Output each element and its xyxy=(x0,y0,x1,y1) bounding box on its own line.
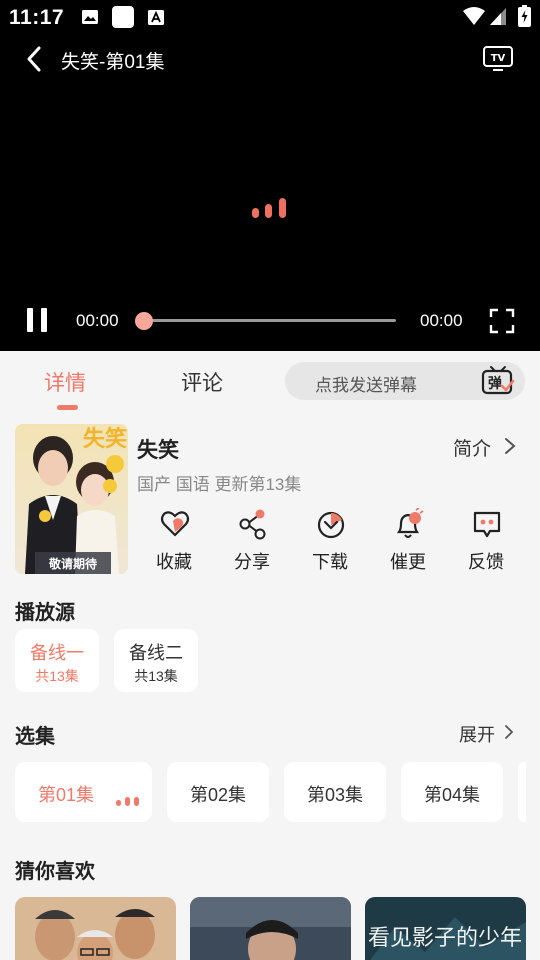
sources-title: 播放源 xyxy=(15,602,75,624)
video-player[interactable]: 11:17 失笑-第01集 TV 00:00 00:00 xyxy=(0,0,540,351)
chevron-right-icon[interactable] xyxy=(503,436,517,456)
source-name: 备线二 xyxy=(129,643,183,663)
episodes-title: 选集 xyxy=(15,726,55,748)
danmaku-icon-text: 弹 xyxy=(488,375,502,392)
detail-tabs: 详情 评论 点我发送弹幕 弹 xyxy=(0,351,540,417)
loading-indicator xyxy=(252,194,292,218)
download-label: 下载 xyxy=(312,552,348,572)
source-count: 共13集 xyxy=(35,668,79,684)
tv-cast-icon[interactable]: TV xyxy=(482,44,514,72)
download-button[interactable]: 下载 xyxy=(300,508,360,574)
chevron-right-icon[interactable] xyxy=(503,723,515,741)
feedback-icon xyxy=(473,511,501,538)
episode-label: 第03集 xyxy=(306,785,364,805)
poster-caption: 敬请期待 xyxy=(48,556,97,571)
player-controls: 00:00 00:00 xyxy=(0,300,540,340)
episode-label: 第04集 xyxy=(423,785,481,805)
poster-title: 失笑 xyxy=(83,426,127,452)
recommend-poster-3-text: 看见影子的少年 xyxy=(368,926,522,951)
show-poster[interactable]: 失笑 敬请期待 xyxy=(15,424,128,574)
recommend-title: 猜你喜欢 xyxy=(15,861,95,883)
fullscreen-icon[interactable] xyxy=(489,308,515,334)
tab-details[interactable]: 详情 xyxy=(44,367,86,397)
recommend-poster-2 xyxy=(190,897,351,960)
back-arrow-icon[interactable] xyxy=(20,44,50,74)
gallery-notification-icon xyxy=(82,10,98,24)
show-title: 失笑 xyxy=(137,439,179,462)
feedback-label: 反馈 xyxy=(468,552,504,572)
svg-text:TV: TV xyxy=(491,53,506,64)
bell-icon xyxy=(396,508,424,538)
tab-comments[interactable]: 评论 xyxy=(181,367,223,397)
battery-charging-icon xyxy=(518,5,531,27)
seek-handle[interactable] xyxy=(135,312,153,330)
episode-5-partial[interactable] xyxy=(518,762,526,822)
favorite-button[interactable]: 收藏 xyxy=(144,508,204,574)
status-time: 11:17 xyxy=(9,6,65,29)
source-count: 共13集 xyxy=(134,668,178,684)
wifi-icon xyxy=(463,7,485,25)
total-time: 00:00 xyxy=(420,311,463,330)
download-icon xyxy=(317,511,345,539)
episode-label: 第02集 xyxy=(189,785,247,805)
episode-4[interactable]: 第04集 xyxy=(401,762,503,822)
active-tab-indicator xyxy=(57,405,78,410)
danmaku-input[interactable]: 点我发送弹幕 弹 xyxy=(285,362,525,400)
source-option-2[interactable]: 备线二 共13集 xyxy=(114,629,198,692)
recommend-item-2[interactable] xyxy=(190,897,351,960)
now-playing-icon xyxy=(116,792,142,806)
video-title: 失笑-第01集 xyxy=(61,52,165,73)
urge-update-button[interactable]: 催更 xyxy=(378,508,438,574)
episode-2[interactable]: 第02集 xyxy=(167,762,269,822)
share-label: 分享 xyxy=(234,552,270,572)
source-name: 备线一 xyxy=(30,643,84,663)
recommend-item-3[interactable]: 看见影子的少年 xyxy=(365,897,526,960)
poster-artwork: 失笑 敬请期待 xyxy=(15,424,128,574)
danmaku-placeholder: 点我发送弹幕 xyxy=(315,376,417,395)
recommend-poster-1 xyxy=(15,897,176,960)
recommend-item-1[interactable] xyxy=(15,897,176,960)
show-meta: 国产 国语 更新第13集 xyxy=(137,475,302,494)
status-bar: 11:17 xyxy=(0,0,540,36)
seek-bar[interactable] xyxy=(140,319,396,322)
share-button[interactable]: 分享 xyxy=(222,508,282,574)
share-icon xyxy=(239,509,266,540)
pause-button[interactable] xyxy=(27,308,49,332)
expand-episodes-link[interactable]: 展开 xyxy=(459,721,495,747)
heart-icon xyxy=(160,511,190,537)
feedback-button[interactable]: 反馈 xyxy=(456,508,516,574)
recommend-poster-3: 看见影子的少年 xyxy=(365,897,526,960)
player-top-bar: 失笑-第01集 TV xyxy=(0,38,540,80)
danmaku-toggle-icon[interactable]: 弹 xyxy=(481,365,515,397)
episode-3[interactable]: 第03集 xyxy=(284,762,386,822)
episode-1[interactable]: 第01集 xyxy=(15,762,152,822)
favorite-label: 收藏 xyxy=(156,552,192,572)
urge-update-label: 催更 xyxy=(390,552,426,572)
font-notification-icon xyxy=(148,10,164,25)
app-notification-icon xyxy=(112,6,134,28)
current-time: 00:00 xyxy=(76,311,119,330)
source-option-1[interactable]: 备线一 共13集 xyxy=(15,629,99,692)
intro-link[interactable]: 简介 xyxy=(453,434,491,461)
cellular-signal-icon xyxy=(490,8,506,25)
